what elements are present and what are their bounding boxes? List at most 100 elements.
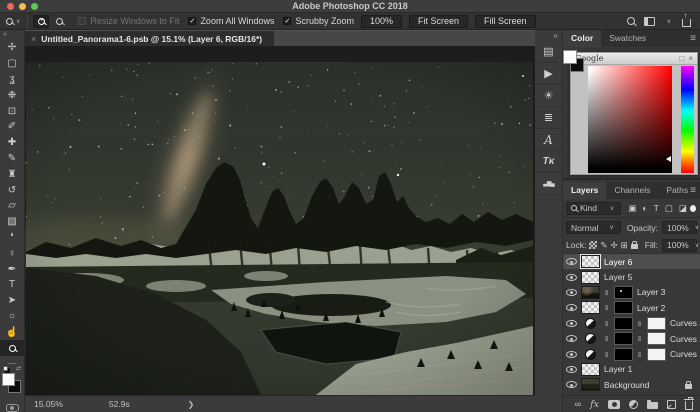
collapse-panels-button[interactable]: « [535,30,562,41]
eyedropper-tool[interactable]: ✐ [0,119,24,135]
zoom-tool[interactable] [0,340,24,356]
layer-row[interactable]: ∞∞Curves 2 [563,331,700,346]
filter-pixel-layers-icon[interactable]: ▣ [628,203,636,214]
curves-adjustment-icon[interactable] [585,333,596,344]
tab-channels[interactable]: Channels [606,182,658,199]
layer-row[interactable]: ∞Layer 2 [563,300,700,315]
layer-mask-thumbnail[interactable] [614,348,633,361]
expand-toolbar-button[interactable]: » [0,30,24,40]
lock-transparency-icon[interactable] [589,241,597,249]
overlay-window[interactable]: Google □ × [570,52,698,175]
document-tab[interactable]: × Untitled_Panorama1-6.psb @ 15.1% (Laye… [25,31,274,47]
layer-thumbnail[interactable] [581,286,600,299]
crop-tool[interactable]: ⊡ [0,103,24,119]
filter-kind-dropdown[interactable]: Kind ∨ [566,202,621,215]
filter-shape-layers-icon[interactable]: ▢ [665,203,673,214]
filter-adjustment-layers-icon[interactable]: ◐ [642,203,647,214]
checkbox-zoom-all-windows[interactable]: ✓Zoom All Windows [188,16,274,26]
layer-row[interactable]: ∞ ∞ Curves 3 [563,316,700,331]
second-mask-thumbnail[interactable] [647,317,666,330]
hand-tool[interactable]: ☝ [0,324,24,340]
tab-color[interactable]: Color [563,30,601,47]
pen-tool[interactable]: ✒ [0,261,24,277]
visibility-eye-icon[interactable] [566,381,577,388]
layer-row[interactable]: Background [563,377,700,392]
canvas[interactable] [25,46,535,395]
curves-adjustment-icon[interactable] [585,318,596,329]
link-layers-icon[interactable]: ∞ [575,400,581,409]
panel-foreground-color-swatch[interactable] [563,50,577,64]
visibility-eye-icon[interactable] [566,258,577,265]
lasso-tool[interactable]: ʓ [0,72,24,88]
status-chevron-icon[interactable]: ❯ [188,400,195,409]
lock-all-icon[interactable] [631,244,638,249]
checkbox-box[interactable]: ✓ [188,17,196,25]
new-adjustment-layer-icon[interactable] [629,400,638,409]
layer-effects-icon[interactable]: fx [590,399,599,410]
mask-link-icon[interactable]: ∞ [603,305,612,311]
move-tool[interactable]: ✢ [0,40,24,56]
layer-mask-thumbnail[interactable] [614,286,633,299]
search-icon[interactable] [627,17,635,25]
layer-name[interactable]: Layer 1 [604,364,632,374]
layer-thumbnail[interactable] [581,271,600,284]
visibility-eye-icon[interactable] [566,274,577,281]
layer-name[interactable]: Curves 3 [670,318,700,328]
minimize-window-button[interactable] [19,3,26,10]
100--button[interactable]: 100% [361,15,402,28]
blur-tool[interactable]: ❛ [0,230,24,246]
eraser-tool[interactable]: ▱ [0,198,24,214]
mask-link-icon[interactable]: ∞ [603,289,612,295]
overlay-close-icon[interactable]: × [688,54,693,63]
tab-layers[interactable]: Layers [563,182,606,199]
overlay-window-titlebar[interactable]: Google □ × [571,53,697,65]
delete-layer-icon[interactable] [685,401,693,410]
second-mask-thumbnail[interactable] [647,332,666,345]
lock-pixels-icon[interactable]: ✎ [600,240,607,251]
visibility-eye-icon[interactable] [566,351,577,358]
visibility-eye-icon[interactable] [566,366,577,373]
layer-name[interactable]: Layer 5 [604,272,632,282]
tab-swatches[interactable]: Swatches [601,30,654,47]
default-colors-icon[interactable] [3,366,8,371]
new-group-icon[interactable] [647,402,658,409]
layer-name[interactable]: Layer 3 [637,287,665,297]
tab-close-icon[interactable]: × [31,34,36,44]
checkbox-box[interactable] [78,17,86,25]
foreground-color-swatch[interactable] [2,373,15,386]
quick-mask-button[interactable] [6,404,19,412]
checkbox-resize-windows-to-fit[interactable]: Resize Windows to Fit [78,16,179,26]
visibility-eye-icon[interactable] [566,335,577,342]
visibility-eye-icon[interactable] [566,289,577,296]
gradient-tool[interactable]: ▧ [0,214,24,230]
marquee-tool[interactable]: ▢ [0,56,24,72]
brush-tool[interactable]: ✎ [0,151,24,167]
mask-link-icon[interactable]: ∞ [636,351,645,357]
zoom-out-button[interactable] [51,15,67,28]
lock-artboard-icon[interactable]: ⊞ [621,240,628,251]
close-window-button[interactable] [7,3,14,10]
layer-name[interactable]: Curves 2 [670,334,700,344]
lock-position-icon[interactable]: ✢ [610,240,617,251]
mask-link-icon[interactable]: ∞ [603,320,612,326]
layer-thumbnail[interactable] [581,378,600,391]
zoom-in-button[interactable] [33,15,49,28]
saturation-brightness-field[interactable] [588,66,672,173]
actions-panel-icon[interactable]: ▶ [535,63,562,85]
layer-thumbnail[interactable] [581,255,600,268]
layer-name[interactable]: Background [604,380,649,390]
tool-preset-chevron-icon[interactable]: ∨ [16,18,20,25]
filter-smart-objects-icon[interactable]: ◪ [679,203,687,214]
layer-row[interactable]: ∞ Layer 3 [563,285,700,300]
checkbox-box[interactable]: ✓ [283,17,291,25]
new-layer-icon[interactable] [667,400,676,409]
visibility-eye-icon[interactable] [566,304,577,311]
glyphs-panel-icon[interactable]: A [535,129,562,151]
layer-row[interactable]: ∞∞Curves 1 [563,346,700,361]
mask-link-icon[interactable]: ∞ [636,320,645,326]
path-selection-tool[interactable]: ➤ [0,293,24,309]
layer-mask-thumbnail[interactable] [614,332,633,345]
libraries-panel-icon[interactable]: ≣ [535,107,562,129]
layer-row[interactable]: Layer 6 [563,254,700,269]
add-layer-mask-icon[interactable] [608,400,620,409]
